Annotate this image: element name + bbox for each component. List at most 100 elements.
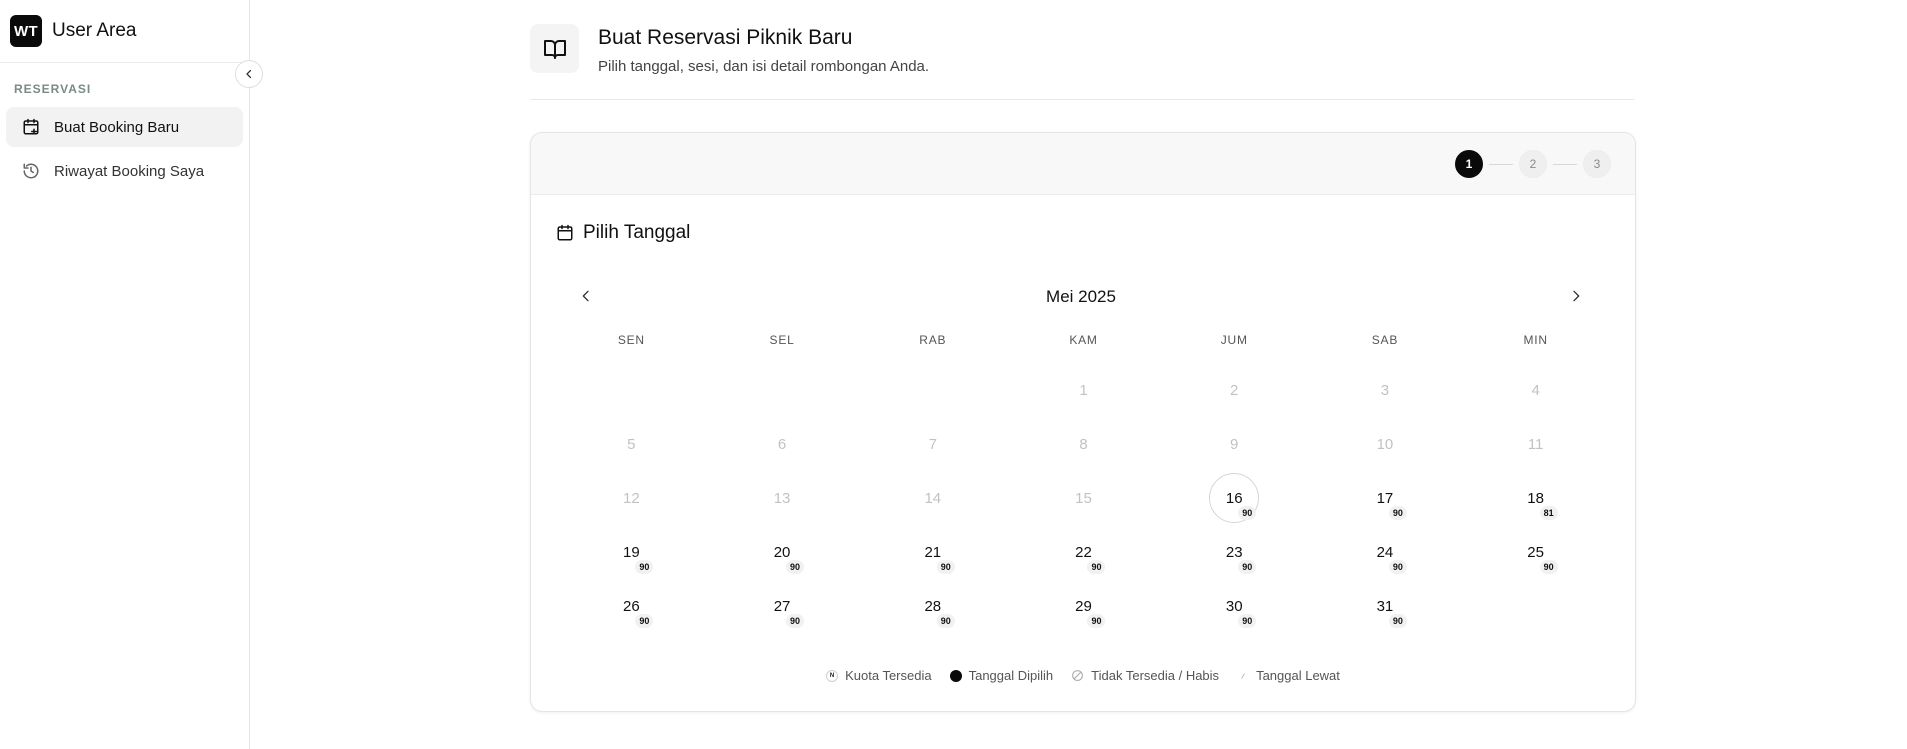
section-title-text: Pilih Tanggal	[583, 222, 691, 243]
calendar-grid: 1 2 3 4 5 6 7 8 9 10 11 12 13 14 15 16 90 17 90 18 81 19 90 20 9…	[556, 363, 1611, 633]
calendar-cell: 16 90	[1159, 471, 1310, 525]
quota-badge: 81	[1539, 506, 1558, 520]
card-header: 1 2 3	[531, 133, 1635, 195]
day-number: 28	[924, 597, 942, 615]
day-number: 8	[1079, 435, 1088, 453]
history-icon	[23, 163, 39, 179]
sidebar-item-booking-history[interactable]: Riwayat Booking Saya	[6, 151, 243, 191]
day-21[interactable]: 21 90	[909, 528, 957, 576]
day-26[interactable]: 26 90	[607, 582, 655, 630]
month-label: Mei 2025	[1046, 287, 1116, 306]
quota-badge: 90	[1388, 506, 1407, 520]
day-10: 10	[1361, 420, 1409, 468]
month-navigation: Mei 2025	[566, 281, 1596, 311]
quota-badge: 90	[786, 614, 805, 628]
day-number: 9	[1230, 435, 1239, 453]
weekday-label: SEL	[769, 333, 795, 347]
quota-badge: 90	[1539, 560, 1558, 574]
day-18[interactable]: 18 81	[1512, 474, 1560, 522]
quota-badge: 90	[1238, 614, 1257, 628]
day-number: 11	[1527, 435, 1544, 453]
day-31[interactable]: 31 90	[1361, 582, 1409, 630]
calendar-cell: 22 90	[1008, 525, 1159, 579]
reservation-card: 1 2 3 Pilih Tanggal Mei 2025 SEN SEL RAB KA…	[530, 132, 1636, 712]
calendar-cell: 11	[1460, 417, 1611, 471]
brand-logo: WT	[10, 15, 42, 47]
day-number: 29	[1075, 597, 1092, 615]
weekday-label: KAM	[1069, 333, 1098, 347]
quota-badge: 90	[936, 614, 955, 628]
chevron-right-icon	[1573, 290, 1580, 302]
day-number: 15	[1075, 489, 1092, 507]
day-3: 3	[1361, 366, 1409, 414]
day-number: 2	[1230, 381, 1239, 399]
day-4: 4	[1512, 366, 1560, 414]
day-number: 12	[623, 489, 640, 507]
calendar-cell: 18 81	[1460, 471, 1611, 525]
book-open-icon	[543, 39, 566, 59]
legend-label: Tanggal Dipilih	[968, 668, 1054, 683]
quota-badge: 90	[786, 560, 805, 574]
legend-label: Kuota Tersedia	[845, 668, 932, 683]
quota-badge-icon: N	[826, 669, 839, 682]
legend-item-selected: Tanggal Dipilih	[949, 668, 1054, 683]
quota-badge: 90	[1087, 614, 1106, 628]
day-27[interactable]: 27 90	[758, 582, 806, 630]
step-connector	[1553, 163, 1577, 165]
day-number: 30	[1225, 597, 1243, 615]
day-number: 1	[1079, 381, 1088, 399]
day-number: 26	[623, 597, 640, 615]
calendar-cell: 19 90	[556, 525, 707, 579]
day-17[interactable]: 17 90	[1361, 474, 1409, 522]
calendar-cell: 6	[707, 417, 858, 471]
day-number: 19	[623, 543, 640, 561]
day-29[interactable]: 29 90	[1059, 582, 1107, 630]
calendar-cell: 2	[1159, 363, 1310, 417]
day-20[interactable]: 20 90	[758, 528, 806, 576]
calendar-cell: 8	[1008, 417, 1159, 471]
day-number: 20	[773, 543, 791, 561]
unavailable-icon	[1071, 669, 1084, 682]
sidebar-item-label: Riwayat Booking Saya	[54, 162, 205, 180]
legend-label: Tanggal Lewat	[1256, 668, 1340, 683]
calendar-cell: 20 90	[707, 525, 858, 579]
calendar-cell: 9	[1159, 417, 1310, 471]
day-2: 2	[1210, 366, 1258, 414]
legend-label: Tidak Tersedia / Habis	[1091, 668, 1220, 683]
calendar-cell: 7	[857, 417, 1008, 471]
quota-badge: 90	[1388, 560, 1407, 574]
day-6: 6	[758, 420, 806, 468]
next-month-button[interactable]	[1561, 281, 1591, 311]
calendar-cell: 24 90	[1310, 525, 1461, 579]
day-30[interactable]: 30 90	[1210, 582, 1258, 630]
day-5: 5	[607, 420, 655, 468]
day-number: 23	[1225, 543, 1243, 561]
day-23[interactable]: 23 90	[1210, 528, 1258, 576]
day-19[interactable]: 19 90	[607, 528, 655, 576]
calendar-cell: 1	[1008, 363, 1159, 417]
day-28[interactable]: 28 90	[909, 582, 957, 630]
day-16[interactable]: 16 90	[1209, 473, 1260, 523]
day-number: 27	[773, 597, 791, 615]
day-number: 18	[1527, 489, 1544, 507]
calendar-cell: 17 90	[1310, 471, 1461, 525]
sidebar-item-new-booking[interactable]: Buat Booking Baru	[6, 107, 243, 147]
calendar-cell: 29 90	[1008, 579, 1159, 633]
header-icon-box	[530, 24, 579, 73]
day-8: 8	[1059, 420, 1107, 468]
quota-badge: 90	[635, 560, 654, 574]
quota-badge: 90	[635, 614, 654, 628]
selected-dot-icon	[949, 669, 962, 682]
day-25[interactable]: 25 90	[1512, 528, 1560, 576]
empty-cell	[556, 363, 707, 417]
day-22[interactable]: 22 90	[1059, 528, 1107, 576]
day-11: 11	[1512, 420, 1560, 468]
weekday-label: MIN	[1523, 333, 1548, 347]
step-indicator: 1 2 3	[1455, 150, 1611, 178]
day-number: 6	[777, 435, 787, 453]
calendar-cell: 15	[1008, 471, 1159, 525]
sidebar-collapse-button[interactable]	[235, 60, 263, 88]
day-24[interactable]: 24 90	[1361, 528, 1409, 576]
day-9: 9	[1210, 420, 1258, 468]
calendar-cell: 26 90	[556, 579, 707, 633]
